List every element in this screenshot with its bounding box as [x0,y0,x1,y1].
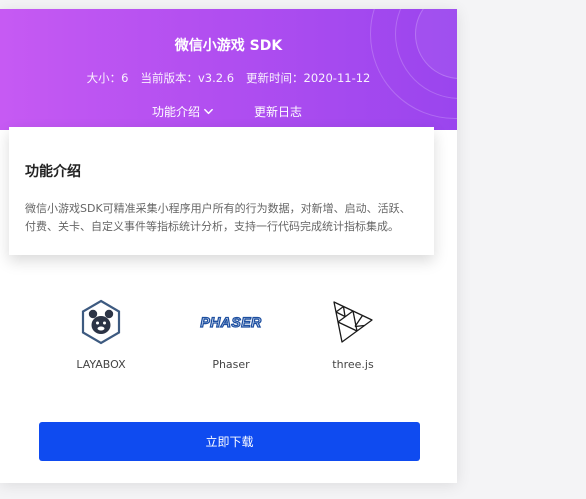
threejs-logo-icon [308,299,398,345]
engine-layabox[interactable]: LAYABOX [56,299,146,371]
page: 微信小游戏 SDK 大小：6 当前版本：v3.2.6 更新时间：2020-11-… [0,0,586,499]
tab-features-label: 功能介绍 [152,105,201,119]
download-button[interactable]: 立即下载 [39,422,420,461]
engine-phaser[interactable]: PHASER Phaser [186,299,276,371]
sdk-card: 微信小游戏 SDK 大小：6 当前版本：v3.2.6 更新时间：2020-11-… [0,9,457,483]
sdk-size: 大小：6 [86,71,129,85]
sdk-updated: 更新时间：2020-11-12 [246,71,371,85]
engine-threejs-label: three.js [332,358,374,371]
popup-title: 功能介绍 [25,164,81,180]
sdk-version: 当前版本：v3.2.6 [140,71,235,85]
tab-changelog-label: 更新日志 [254,105,303,119]
engine-threejs[interactable]: three.js [308,299,398,371]
features-popup: 功能介绍 微信小游戏SDK可精准采集小程序用户所有的行为数据，对新增、启动、活跃… [9,127,434,255]
engine-phaser-label: Phaser [212,358,250,371]
chevron-down-icon [204,108,213,115]
engine-list: LAYABOX PHASER Phaser three.js [0,299,457,371]
layabox-logo-icon [56,299,146,345]
engine-layabox-label: LAYABOX [76,358,126,371]
tab-features[interactable]: 功能介绍 [152,103,214,120]
tab-changelog[interactable]: 更新日志 [254,103,302,120]
sdk-title: 微信小游戏 SDK [174,38,283,54]
phaser-logo-text: PHASER [200,314,262,330]
popup-description: 微信小游戏SDK可精准采集小程序用户所有的行为数据，对新增、启动、活跃、付费、关… [25,202,411,233]
sdk-header: 微信小游戏 SDK 大小：6 当前版本：v3.2.6 更新时间：2020-11-… [0,9,457,130]
sdk-meta: 大小：6 当前版本：v3.2.6 更新时间：2020-11-12 [0,70,457,86]
phaser-logo-icon: PHASER [186,299,276,345]
